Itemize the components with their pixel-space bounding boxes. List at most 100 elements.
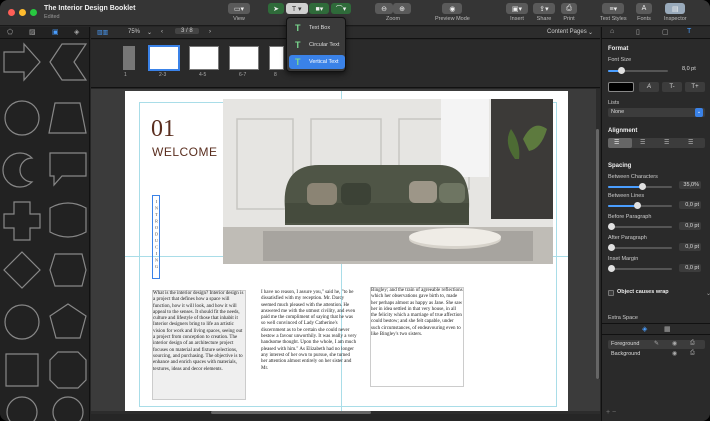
visibility-icon[interactable]: ◉: [672, 340, 677, 347]
horizontal-scrollbar[interactable]: [91, 411, 600, 414]
lists-select[interactable]: None ⌄: [608, 108, 705, 117]
styles-tab-icon[interactable]: ◈: [74, 28, 79, 36]
before-paragraph-slider[interactable]: [608, 223, 672, 230]
layers-icon[interactable]: ◈: [642, 325, 647, 333]
eye-icon[interactable]: ◉: [442, 3, 463, 14]
print-icon[interactable]: ⎙: [561, 3, 577, 14]
text-column-1[interactable]: What is the interior design? Interior de…: [152, 290, 246, 400]
before-paragraph-value[interactable]: 0,0 pt: [679, 222, 701, 230]
background-row[interactable]: Background ◉ ⎙: [608, 350, 705, 359]
shapes-tab-icon[interactable]: ⬠: [7, 28, 13, 36]
layout-tab-icon[interactable]: ▢: [662, 28, 669, 36]
content-pages-select[interactable]: Content Pages: [547, 29, 587, 35]
chevron-down-icon[interactable]: ⌄: [588, 29, 593, 36]
text-styles-icon[interactable]: ≡▾: [602, 3, 625, 14]
view-icon[interactable]: ▭▾: [228, 3, 250, 14]
vertical-scrollbar[interactable]: [596, 89, 600, 379]
share-group[interactable]: ⇪▾ Share: [533, 3, 555, 22]
justify-icon[interactable]: ☰: [688, 138, 693, 148]
page-indicator[interactable]: 3 / 8: [175, 28, 199, 34]
chapter-number[interactable]: 01: [151, 116, 175, 143]
background-print-icon[interactable]: ⎙: [690, 350, 695, 357]
text-box-menu-item[interactable]: T Text Box: [289, 21, 345, 35]
insert-icon[interactable]: ▣▾: [506, 3, 528, 14]
between-characters-value[interactable]: 35,0%: [679, 181, 701, 189]
insert-tools-group[interactable]: ➤ T ▾ ■▾ ⌒▾: [268, 3, 352, 14]
layers-tab-icon[interactable]: ▣: [52, 28, 59, 36]
thumbnail-page-8[interactable]: [269, 46, 284, 70]
align-left-button[interactable]: [608, 138, 632, 148]
close-window-button[interactable]: [8, 9, 15, 16]
alignment-control[interactable]: ☰ ☰ ☰ ☰: [608, 138, 705, 148]
minimize-window-button[interactable]: [19, 9, 26, 16]
fonts-button[interactable]: A: [636, 3, 652, 14]
align-right-icon[interactable]: ☰: [664, 138, 669, 148]
between-lines-label: Between Lines: [608, 193, 645, 199]
inset-margin-value[interactable]: 0,0 pt: [679, 264, 701, 272]
grid-icon[interactable]: ▦: [664, 325, 671, 333]
zoom-dropdown-icon[interactable]: ⌄: [147, 29, 152, 36]
scrollbar-thumb-vertical[interactable]: [596, 129, 599, 379]
zoom-group[interactable]: ⊖ ⊕ Zoom: [375, 3, 411, 22]
font-size-value[interactable]: 8,0 pt: [682, 66, 696, 72]
text-styles-group[interactable]: ≡▾ Text Styles: [600, 3, 627, 22]
page-tab-icon[interactable]: ▯: [636, 28, 640, 36]
zoom-out-icon[interactable]: ⊖: [375, 3, 393, 14]
text-column-2[interactable]: I have no reason, I assure you," said he…: [261, 290, 357, 408]
scrollbar-thumb[interactable]: [211, 411, 371, 414]
increase-size-button[interactable]: T+: [685, 82, 705, 92]
font-size-slider[interactable]: [608, 67, 668, 74]
text-color-well[interactable]: [608, 82, 634, 92]
images-tab-icon[interactable]: ▨: [29, 28, 36, 36]
circular-text-menu-item[interactable]: T Circular Text: [289, 38, 345, 52]
print-group[interactable]: ⎙ Print: [561, 3, 577, 22]
print-fill-icon[interactable]: ⎙: [690, 340, 695, 347]
after-paragraph-value[interactable]: 0,0 pt: [679, 243, 701, 251]
text-tab-icon[interactable]: T: [687, 28, 691, 35]
thumbnail-page-1[interactable]: [123, 46, 135, 70]
wrap-chevron-icon[interactable]: ⌄: [706, 290, 710, 297]
chapter-heading[interactable]: WELCOME: [152, 145, 218, 159]
inset-margin-slider[interactable]: [608, 265, 672, 272]
layout-icon[interactable]: ▥▥: [97, 29, 108, 36]
living-room-photo[interactable]: [223, 99, 553, 264]
inspector-icon[interactable]: ▤: [665, 3, 686, 14]
pen-tool-icon[interactable]: ⌒▾: [331, 3, 352, 14]
thumbnail-page-4-5[interactable]: [189, 46, 219, 70]
vertical-text-menu-item[interactable]: T Vertical Text: [289, 55, 345, 69]
document-page[interactable]: 01 WELCOME INTRODUCING What is the inter…: [125, 91, 568, 411]
between-lines-slider[interactable]: [608, 202, 672, 209]
insert-group[interactable]: ▣▾ Insert: [506, 3, 528, 22]
pointer-tool-icon[interactable]: ➤: [268, 3, 284, 14]
after-paragraph-slider[interactable]: [608, 244, 672, 251]
previous-page-icon[interactable]: ‹: [161, 29, 163, 35]
view-group[interactable]: ▭▾ View: [228, 3, 250, 22]
wrap-checkbox[interactable]: [608, 290, 614, 296]
zoom-level[interactable]: 75%: [128, 29, 140, 35]
thumbnail-page-6-7[interactable]: [229, 46, 259, 70]
inspector-group[interactable]: ▤ Inspector: [664, 3, 687, 22]
add-remove-controls[interactable]: + −: [606, 409, 616, 416]
fonts-group[interactable]: A Fonts: [636, 3, 652, 22]
zoom-window-button[interactable]: [30, 9, 37, 16]
between-characters-slider[interactable]: [608, 183, 672, 190]
shapes-library[interactable]: [0, 40, 90, 421]
shape-tool-icon[interactable]: ■▾: [309, 3, 330, 14]
vertical-text-box[interactable]: INTRODUCING: [152, 195, 160, 279]
thumbnail-page-2-3[interactable]: [149, 46, 179, 70]
decrease-size-button[interactable]: T-: [662, 82, 682, 92]
document-canvas[interactable]: 01 WELCOME INTRODUCING What is the inter…: [91, 89, 600, 414]
text-tool-button[interactable]: T ▾: [285, 3, 308, 14]
between-lines-value[interactable]: 0,0 pt: [679, 201, 701, 209]
background-visibility-icon[interactable]: ◉: [672, 350, 677, 357]
font-style-button[interactable]: A: [639, 82, 659, 92]
preview-group[interactable]: ◉ Preview Mode: [435, 3, 470, 22]
eyedropper-icon[interactable]: ✎: [654, 340, 659, 347]
share-icon[interactable]: ⇪▾: [533, 3, 555, 14]
next-page-icon[interactable]: ›: [209, 29, 211, 35]
align-center-icon[interactable]: ☰: [640, 138, 645, 148]
text-column-3[interactable]: Bingley; and the train of agreeable refl…: [370, 287, 464, 387]
zoom-in-icon[interactable]: ⊕: [393, 3, 411, 14]
foreground-row[interactable]: Foreground ✎ ◉ ⎙: [608, 340, 705, 349]
document-tab-icon[interactable]: ⌂: [610, 28, 614, 35]
